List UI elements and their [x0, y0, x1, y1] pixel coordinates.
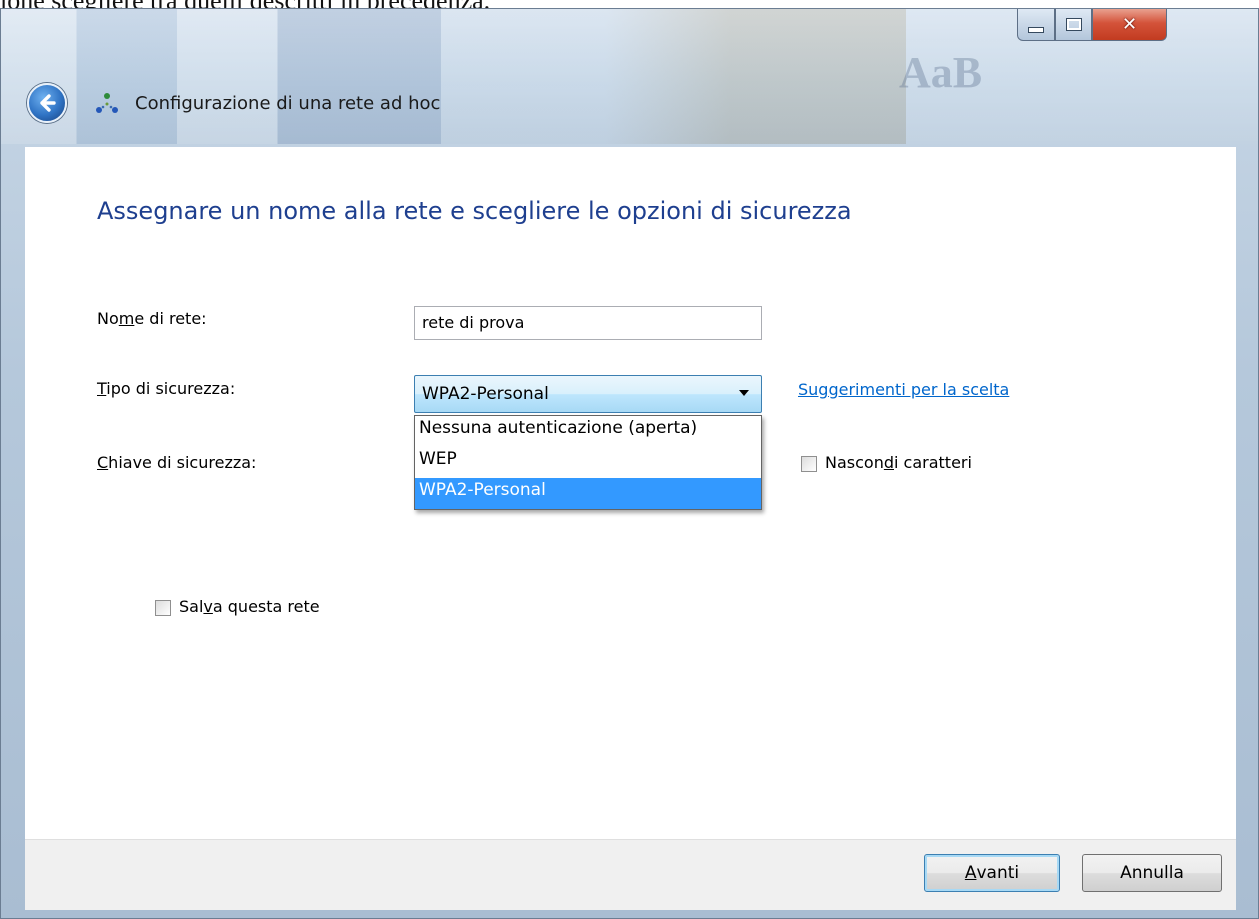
minimize-icon — [1028, 26, 1044, 33]
background-blur-decoration: AaB — [899, 48, 983, 97]
page-heading: Assegnare un nome alla rete e scegliere … — [97, 197, 852, 225]
hide-characters-checkbox[interactable] — [801, 456, 817, 472]
maximize-button[interactable] — [1055, 9, 1092, 41]
close-button[interactable]: ✕ — [1092, 9, 1167, 41]
label-text: i caratteri — [894, 453, 972, 472]
wizard-footer: Avanti Annulla — [25, 839, 1236, 910]
save-network-label[interactable]: Salva questa rete — [179, 597, 320, 616]
adhoc-network-icon — [96, 93, 118, 113]
security-type-label: Tipo di sicurezza: — [97, 379, 235, 398]
network-name-label: Nome di rete: — [97, 309, 207, 328]
access-key: d — [883, 453, 894, 472]
wizard-content: Assegnare un nome alla rete e scegliere … — [25, 147, 1236, 839]
dropdown-option[interactable]: Nessuna autenticazione (aperta) — [415, 416, 761, 447]
cancel-button[interactable]: Annulla — [1082, 854, 1222, 892]
minimize-button[interactable] — [1017, 9, 1055, 41]
network-name-input[interactable]: rete di prova — [414, 306, 762, 340]
dropdown-option[interactable]: WEP — [415, 447, 761, 478]
save-network-checkbox[interactable] — [155, 600, 171, 616]
next-button[interactable]: Avanti — [924, 854, 1060, 892]
wizard-window: AaB ✕ Configurazione di una rete ad hoc … — [0, 8, 1259, 919]
label-text: e di rete: — [134, 309, 207, 328]
security-key-label: Chiave di sicurezza: — [97, 453, 256, 472]
security-type-select[interactable]: WPA2-Personal — [414, 375, 762, 413]
dropdown-option-selected[interactable]: WPA2-Personal — [415, 478, 761, 509]
chevron-down-icon — [739, 390, 749, 396]
close-icon: ✕ — [1121, 14, 1138, 35]
title-bar: AaB ✕ Configurazione di una rete ad hoc — [1, 9, 1258, 144]
access-key: C — [97, 453, 109, 472]
security-type-selected-value: WPA2-Personal — [422, 384, 549, 404]
selection-tips-link[interactable]: Suggerimenti per la scelta — [798, 380, 1009, 399]
access-key: m — [118, 309, 135, 328]
label-text: a questa rete — [212, 597, 320, 616]
access-key: A — [964, 863, 977, 883]
access-key: v — [203, 597, 213, 616]
back-button[interactable] — [27, 83, 67, 123]
window-title: Configurazione di una rete ad hoc — [135, 93, 441, 114]
label-text: No — [97, 309, 119, 328]
access-key: T — [97, 379, 107, 398]
label-text: hiave di sicurezza: — [108, 453, 257, 472]
security-type-dropdown-list: Nessuna autenticazione (aperta) WEP WPA2… — [414, 415, 762, 510]
label-text: ipo di sicurezza: — [106, 379, 236, 398]
label-text: Nascon — [825, 453, 884, 472]
maximize-icon — [1065, 18, 1082, 31]
back-arrow-icon — [40, 94, 56, 112]
button-label: vanti — [976, 863, 1020, 883]
label-text: Sal — [179, 597, 204, 616]
hide-characters-label[interactable]: Nascondi caratteri — [825, 453, 972, 472]
